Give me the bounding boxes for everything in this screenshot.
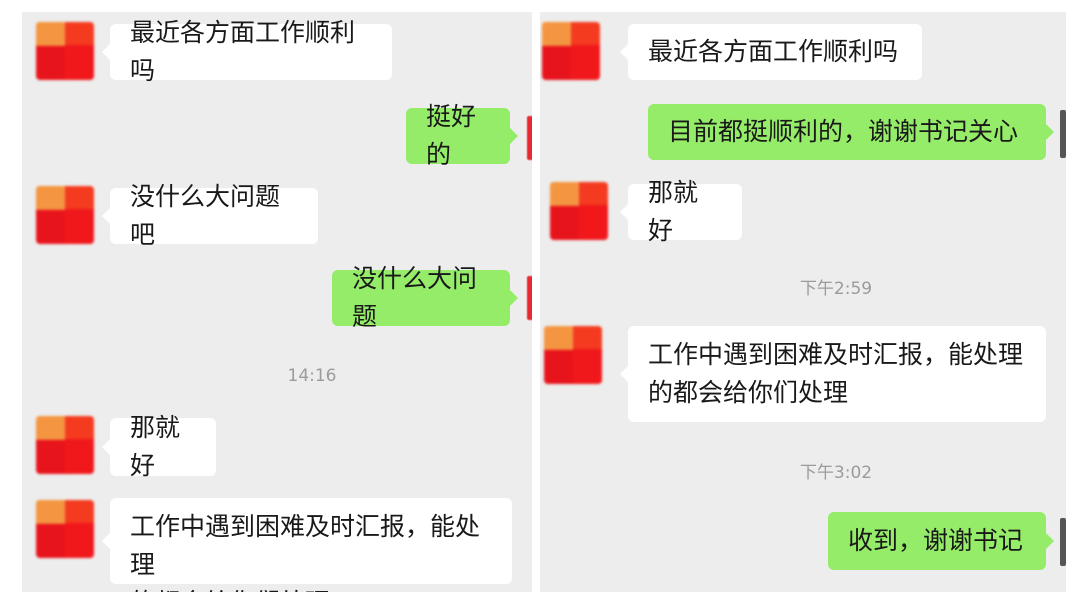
contact-avatar[interactable] [36, 186, 94, 244]
message-bubble-incoming[interactable]: 工作中遇到困难及时汇报，能处理 的都会给你们处理 [620, 326, 1046, 422]
chat-timestamp: 下午2:59 [799, 279, 873, 299]
contact-avatar[interactable] [36, 416, 94, 474]
message-bubble-incoming[interactable]: 工作中遇到困难及时汇报，能处理 的都会给你们处理 [102, 498, 512, 592]
chat-panel-left: 最近各方面工作顺利吗 挺好的 没什么大问题吧 没什么大问题 14:16 那就好 … [22, 12, 532, 592]
message-bubble-incoming[interactable]: 最近各方面工作顺利吗 [620, 24, 922, 80]
message-bubble-incoming[interactable]: 最近各方面工作顺利吗 [102, 18, 392, 85]
message-bubble-incoming[interactable]: 那就好 [102, 413, 216, 480]
contact-avatar[interactable] [544, 326, 602, 384]
self-avatar[interactable] [527, 116, 532, 160]
contact-avatar[interactable] [36, 22, 94, 80]
self-avatar[interactable] [527, 276, 532, 320]
contact-avatar[interactable] [550, 182, 608, 240]
message-bubble-outgoing[interactable]: 挺好的 [406, 102, 518, 169]
message-bubble-incoming[interactable]: 那就好 [620, 178, 742, 245]
message-bubble-outgoing[interactable]: 目前都挺顺利的，谢谢书记关心 [648, 104, 1054, 160]
self-avatar[interactable] [1060, 518, 1066, 566]
contact-avatar[interactable] [542, 22, 600, 80]
chat-timestamp: 下午3:02 [799, 463, 873, 483]
message-bubble-incoming[interactable]: 没什么大问题吧 [102, 182, 318, 249]
self-avatar[interactable] [1060, 110, 1066, 158]
contact-avatar[interactable] [36, 500, 94, 558]
message-bubble-outgoing[interactable]: 收到，谢谢书记 [828, 512, 1054, 570]
message-bubble-outgoing[interactable]: 没什么大问题 [332, 264, 518, 331]
chat-timestamp: 14:16 [287, 366, 337, 386]
chat-panel-right: 最近各方面工作顺利吗 目前都挺顺利的，谢谢书记关心 那就好 下午2:59 工作中… [540, 12, 1066, 592]
